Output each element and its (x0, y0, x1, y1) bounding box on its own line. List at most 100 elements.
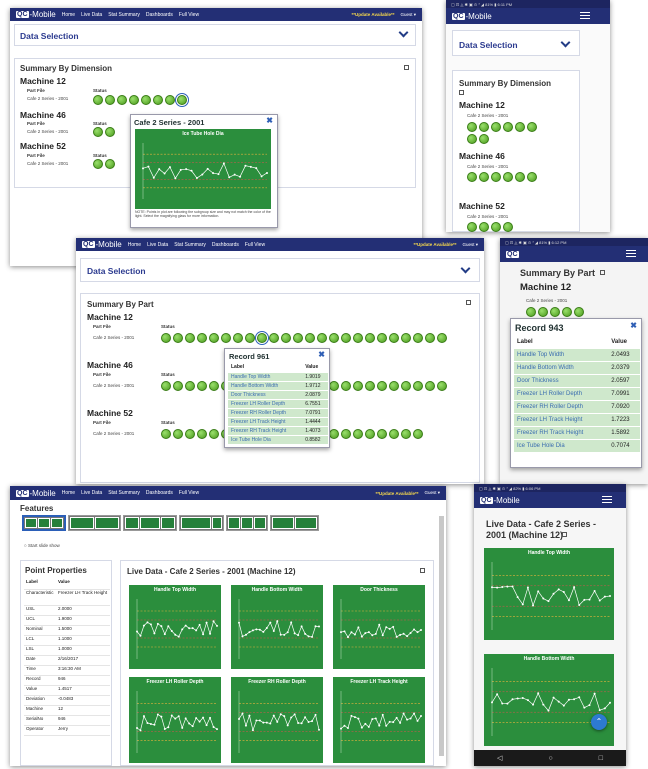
status-light[interactable] (413, 381, 423, 391)
nav-stat-summary[interactable]: Stat Summary (108, 12, 140, 18)
status-light[interactable] (329, 333, 339, 343)
status-light[interactable] (365, 333, 375, 343)
status-light[interactable] (515, 122, 525, 132)
status-light[interactable] (185, 333, 195, 343)
external-link-icon[interactable] (466, 300, 471, 305)
guest-menu[interactable]: Guest ▾ (462, 242, 478, 248)
status-light[interactable] (353, 381, 363, 391)
hamburger-icon[interactable] (602, 496, 612, 503)
status-light[interactable] (550, 307, 560, 317)
status-light[interactable] (574, 307, 584, 317)
ice-tube-chart[interactable]: Ice Tube Hole Dia (135, 129, 271, 209)
status-light[interactable] (129, 95, 139, 105)
status-light[interactable] (515, 172, 525, 182)
update-available-link[interactable]: **Update Available** (414, 242, 457, 247)
door-thickness-chart[interactable]: Door Thickness (333, 585, 425, 669)
guest-menu[interactable]: Guest ▾ (400, 12, 416, 18)
status-light[interactable] (329, 429, 339, 439)
feature-thumb[interactable] (123, 515, 177, 531)
home-button[interactable]: ○ (548, 755, 552, 762)
status-light[interactable] (173, 333, 183, 343)
status-light[interactable] (437, 381, 447, 391)
status-light[interactable] (491, 222, 501, 232)
nav-full-view[interactable]: Full View (245, 242, 265, 248)
status-light[interactable] (467, 222, 477, 232)
status-light[interactable] (197, 429, 207, 439)
feature-thumb[interactable] (68, 515, 121, 531)
status-light[interactable] (401, 381, 411, 391)
status-light[interactable] (341, 381, 351, 391)
chevron-up-icon[interactable]: ⌃ (591, 714, 607, 730)
status-light[interactable] (479, 134, 489, 144)
data-selection-card[interactable]: Data Selection (452, 30, 580, 56)
status-light[interactable] (389, 381, 399, 391)
status-light[interactable] (161, 381, 171, 391)
status-light[interactable] (209, 429, 219, 439)
status-light[interactable] (353, 333, 363, 343)
app-logo[interactable]: QC -Mobile (16, 489, 56, 498)
status-light[interactable] (305, 333, 315, 343)
status-light[interactable] (161, 429, 171, 439)
nav-dashboards[interactable]: Dashboards (146, 12, 173, 18)
status-light[interactable] (269, 333, 279, 343)
close-icon[interactable]: ✖ (318, 350, 325, 359)
external-link-icon[interactable] (459, 90, 464, 95)
status-light[interactable] (413, 429, 423, 439)
status-light[interactable] (527, 122, 537, 132)
status-light[interactable] (281, 333, 291, 343)
status-light[interactable] (562, 307, 572, 317)
app-logo[interactable]: QC -Mobile (82, 240, 122, 249)
status-light[interactable] (153, 95, 163, 105)
nav-dashboards[interactable]: Dashboards (212, 242, 239, 248)
status-light[interactable] (425, 333, 435, 343)
app-logo[interactable]: QC -Mobile (452, 12, 492, 21)
nav-home[interactable]: Home (128, 242, 141, 248)
external-link-icon[interactable] (404, 65, 409, 70)
recents-button[interactable]: □ (599, 755, 603, 762)
status-light[interactable] (401, 333, 411, 343)
status-light[interactable] (165, 95, 175, 105)
status-light[interactable] (93, 95, 103, 105)
status-light[interactable] (117, 95, 127, 105)
status-light[interactable] (317, 333, 327, 343)
status-light[interactable] (185, 429, 195, 439)
status-light[interactable] (93, 127, 103, 137)
handle-bottom-width-chart[interactable]: Handle Bottom Width (484, 654, 614, 746)
status-light[interactable] (353, 429, 363, 439)
external-link-icon[interactable] (600, 270, 605, 275)
status-light[interactable] (437, 333, 447, 343)
status-light[interactable] (185, 381, 195, 391)
handle-bottom-width-chart[interactable]: Handle Bottom Width (231, 585, 323, 669)
status-light[interactable] (293, 333, 303, 343)
status-light[interactable] (209, 333, 219, 343)
chevron-down-icon[interactable] (460, 263, 471, 274)
status-light[interactable] (503, 122, 513, 132)
status-light[interactable] (377, 429, 387, 439)
update-available-link[interactable]: **Update Available** (376, 491, 419, 496)
status-light[interactable] (479, 122, 489, 132)
status-light[interactable] (105, 159, 115, 169)
feature-thumb[interactable] (226, 515, 268, 531)
status-light[interactable] (479, 222, 489, 232)
data-selection-card[interactable]: Data Selection (80, 258, 480, 282)
feature-thumb[interactable] (179, 515, 224, 531)
status-light[interactable] (491, 122, 501, 132)
status-light[interactable] (526, 307, 536, 317)
nav-live-data[interactable]: Live Data (81, 490, 102, 496)
feature-thumb[interactable] (22, 515, 66, 531)
status-light[interactable] (467, 122, 477, 132)
hamburger-icon[interactable] (626, 250, 636, 257)
close-icon[interactable]: ✖ (266, 116, 273, 125)
status-light[interactable] (105, 127, 115, 137)
app-logo[interactable]: QC -Mobile (480, 496, 520, 505)
status-light[interactable] (503, 172, 513, 182)
status-light[interactable] (173, 381, 183, 391)
nav-live-data[interactable]: Live Data (147, 242, 168, 248)
status-light[interactable] (209, 381, 219, 391)
status-light-selected[interactable] (255, 331, 269, 345)
close-icon[interactable]: ✖ (630, 321, 637, 330)
handle-top-width-chart[interactable]: Handle Top Width (129, 585, 221, 669)
chevron-down-icon[interactable] (398, 27, 409, 38)
scrollbar[interactable] (439, 516, 444, 756)
status-light[interactable] (538, 307, 548, 317)
